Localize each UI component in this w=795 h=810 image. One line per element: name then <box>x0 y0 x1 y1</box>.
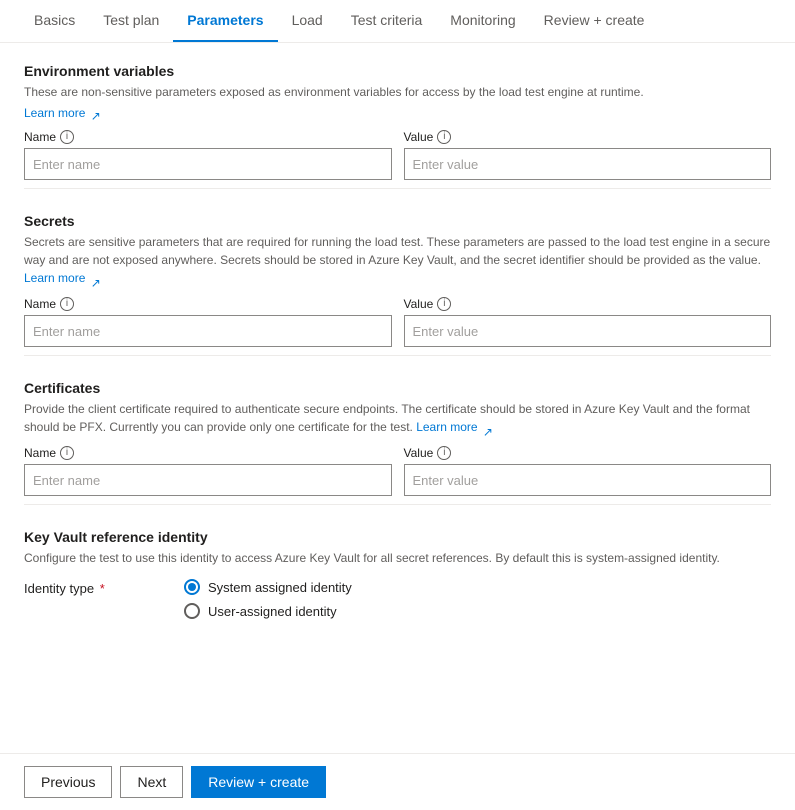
certificates-value-field: Value i <box>404 446 772 496</box>
tab-test-criteria[interactable]: Test criteria <box>337 0 437 42</box>
env-vars-name-label: Name i <box>24 130 392 144</box>
previous-button[interactable]: Previous <box>24 766 112 798</box>
certificates-value-input[interactable] <box>404 464 772 496</box>
system-assigned-radio[interactable] <box>184 579 200 595</box>
env-vars-desc: These are non-sensitive parameters expos… <box>24 83 771 101</box>
secrets-title: Secrets <box>24 213 771 229</box>
certificates-section: Certificates Provide the client certific… <box>24 380 771 505</box>
main-content: Environment variables These are non-sens… <box>0 43 795 663</box>
system-assigned-label: System assigned identity <box>208 580 352 595</box>
tab-parameters[interactable]: Parameters <box>173 0 277 42</box>
tab-basics[interactable]: Basics <box>20 0 89 42</box>
key-vault-section: Key Vault reference identity Configure t… <box>24 529 771 619</box>
tab-review-create[interactable]: Review + create <box>530 0 659 42</box>
certificates-name-label: Name i <box>24 446 392 460</box>
certificates-name-input[interactable] <box>24 464 392 496</box>
secrets-name-field: Name i <box>24 297 392 347</box>
env-vars-form-row: Name i Value i <box>24 130 771 180</box>
tab-monitoring[interactable]: Monitoring <box>436 0 529 42</box>
secrets-divider <box>24 355 771 356</box>
certificates-value-info-icon[interactable]: i <box>437 446 451 460</box>
certificates-divider <box>24 504 771 505</box>
user-assigned-radio[interactable] <box>184 603 200 619</box>
secrets-external-link-icon: ↗ <box>91 274 101 284</box>
secrets-name-input[interactable] <box>24 315 392 347</box>
tab-test-plan[interactable]: Test plan <box>89 0 173 42</box>
key-vault-desc: Configure the test to use this identity … <box>24 549 771 567</box>
secrets-section: Secrets Secrets are sensitive parameters… <box>24 213 771 356</box>
identity-type-row: Identity type * System assigned identity… <box>24 579 771 619</box>
env-vars-learn-more[interactable]: Learn more ↗ <box>24 106 101 120</box>
secrets-value-label: Value i <box>404 297 772 311</box>
secrets-value-field: Value i <box>404 297 772 347</box>
review-create-button[interactable]: Review + create <box>191 766 326 798</box>
next-button[interactable]: Next <box>120 766 183 798</box>
nav-tabs: Basics Test plan Parameters Load Test cr… <box>0 0 795 43</box>
tab-load[interactable]: Load <box>278 0 337 42</box>
identity-radio-group: System assigned identity User-assigned i… <box>184 579 352 619</box>
certificates-external-link-icon: ↗ <box>483 423 493 433</box>
certificates-name-field: Name i <box>24 446 392 496</box>
certificates-desc: Provide the client certificate required … <box>24 400 771 436</box>
env-vars-name-input[interactable] <box>24 148 392 180</box>
env-vars-divider <box>24 188 771 189</box>
env-vars-title: Environment variables <box>24 63 771 79</box>
required-indicator: * <box>100 581 105 596</box>
key-vault-title: Key Vault reference identity <box>24 529 771 545</box>
env-vars-value-field: Value i <box>404 130 772 180</box>
secrets-value-info-icon[interactable]: i <box>437 297 451 311</box>
env-vars-value-info-icon[interactable]: i <box>437 130 451 144</box>
user-assigned-option[interactable]: User-assigned identity <box>184 603 352 619</box>
env-vars-value-input[interactable] <box>404 148 772 180</box>
certificates-form-row: Name i Value i <box>24 446 771 496</box>
secrets-value-input[interactable] <box>404 315 772 347</box>
certificates-name-info-icon[interactable]: i <box>60 446 74 460</box>
footer: Previous Next Review + create <box>0 753 795 810</box>
env-vars-name-info-icon[interactable]: i <box>60 130 74 144</box>
secrets-name-info-icon[interactable]: i <box>60 297 74 311</box>
external-link-icon: ↗ <box>91 109 101 119</box>
user-assigned-label: User-assigned identity <box>208 604 337 619</box>
env-vars-section: Environment variables These are non-sens… <box>24 63 771 189</box>
certificates-learn-more[interactable]: Learn more ↗ <box>416 420 493 434</box>
certificates-value-label: Value i <box>404 446 772 460</box>
env-vars-name-field: Name i <box>24 130 392 180</box>
secrets-learn-more[interactable]: Learn more ↗ <box>24 271 101 285</box>
certificates-title: Certificates <box>24 380 771 396</box>
system-assigned-option[interactable]: System assigned identity <box>184 579 352 595</box>
identity-type-label: Identity type * <box>24 579 184 596</box>
secrets-desc: Secrets are sensitive parameters that ar… <box>24 233 771 287</box>
secrets-form-row: Name i Value i <box>24 297 771 347</box>
env-vars-value-label: Value i <box>404 130 772 144</box>
secrets-name-label: Name i <box>24 297 392 311</box>
